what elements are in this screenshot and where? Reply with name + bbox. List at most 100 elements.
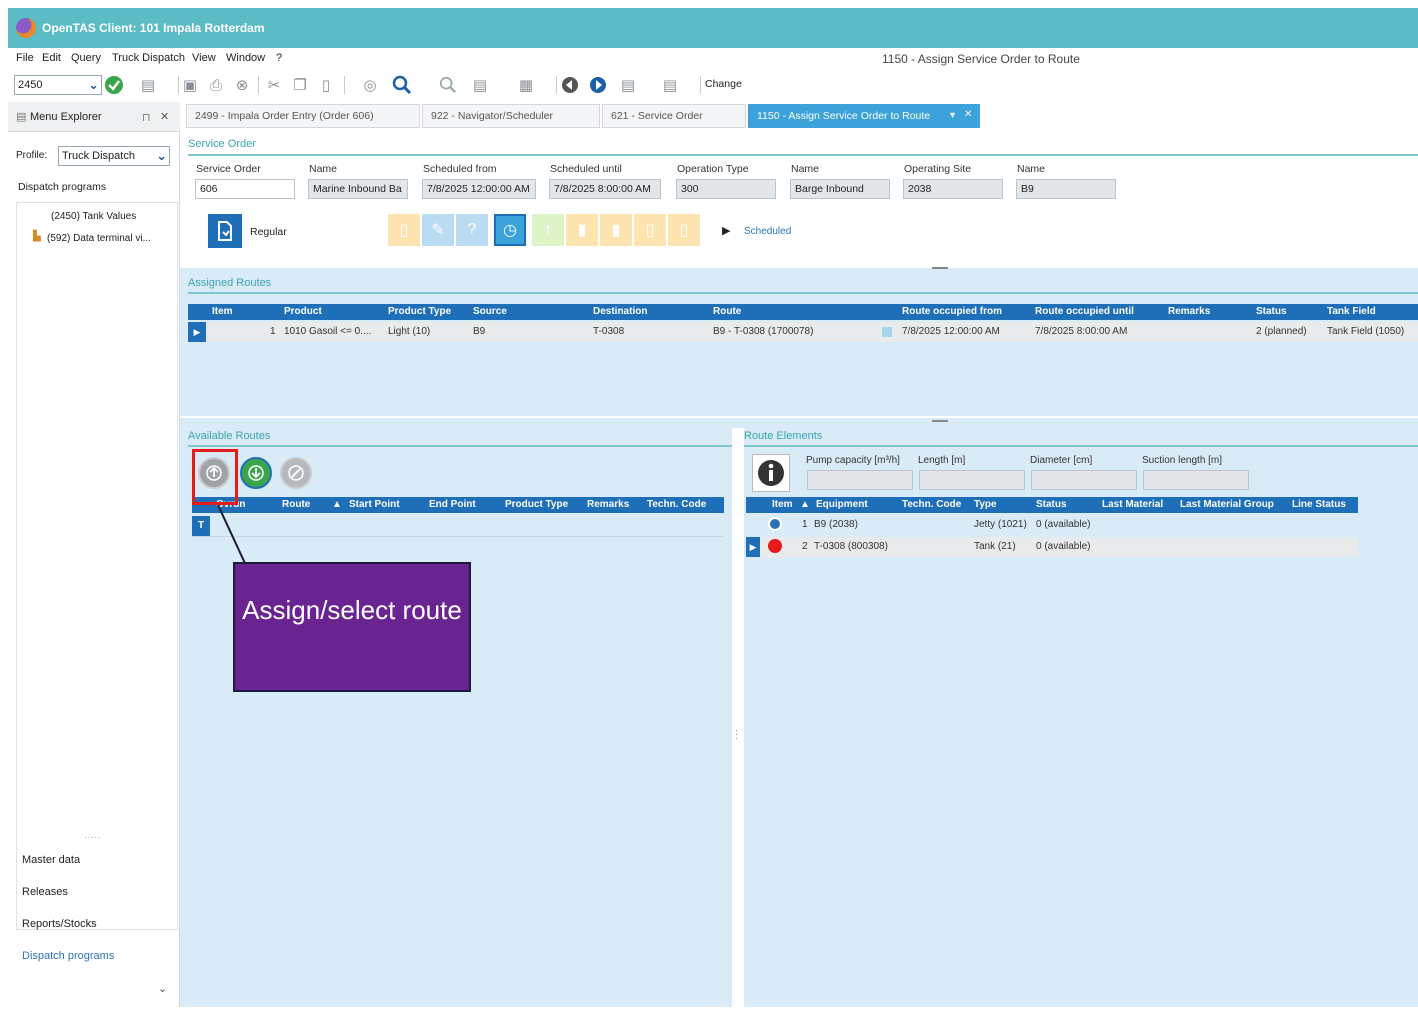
search-icon[interactable] bbox=[392, 75, 412, 95]
upload-icon[interactable]: ▤ bbox=[618, 75, 638, 95]
field-label: Diameter [cm] bbox=[1030, 455, 1093, 466]
tree-item[interactable]: (592) Data terminal vi... bbox=[47, 233, 151, 244]
menu-view[interactable]: View bbox=[192, 52, 216, 64]
col-header[interactable]: Tank Field bbox=[1327, 306, 1376, 317]
table-row[interactable]: ▶ 1 1010 Gasoil <= 0.... Light (10) B9 T… bbox=[188, 322, 1418, 342]
status-complete-icon[interactable]: ▯ bbox=[634, 214, 666, 246]
status-unload-icon[interactable]: ▮ bbox=[600, 214, 632, 246]
forward-icon[interactable] bbox=[588, 75, 608, 95]
back-icon[interactable] bbox=[560, 75, 580, 95]
nav-dispatch-programs[interactable]: Dispatch programs bbox=[22, 950, 114, 962]
splitter-grip[interactable] bbox=[932, 420, 948, 422]
chevron-down-icon[interactable]: ⌄ bbox=[158, 982, 167, 995]
nav-reports-stocks[interactable]: Reports/Stocks bbox=[22, 918, 97, 930]
tree-item[interactable]: (2450) Tank Values bbox=[51, 211, 136, 222]
col-header[interactable]: Route occupied from bbox=[902, 306, 1002, 317]
menu-query[interactable]: Query bbox=[71, 52, 101, 64]
col-header[interactable]: Remarks bbox=[587, 499, 629, 510]
unassign-route-button[interactable] bbox=[240, 457, 272, 489]
table-row[interactable]: ▶ 2 T-0308 (800308) Tank (21) 0 (availab… bbox=[746, 537, 1358, 557]
paste-icon[interactable]: ▯ bbox=[316, 75, 336, 95]
scheduled-until-field: 7/8/2025 8:00:00 AM bbox=[549, 179, 661, 199]
col-header[interactable]: Techn. Code bbox=[902, 499, 961, 510]
status-load-icon[interactable]: ▮ bbox=[566, 214, 598, 246]
settings-icon[interactable]: ◎ bbox=[360, 75, 380, 95]
col-header[interactable]: Type bbox=[974, 499, 997, 510]
col-header[interactable]: Route occupied until bbox=[1035, 306, 1134, 317]
status-closed-icon[interactable]: ▯ bbox=[668, 214, 700, 246]
col-header[interactable]: Last Material bbox=[1102, 499, 1163, 510]
execute-icon[interactable] bbox=[104, 75, 124, 95]
print-icon[interactable]: ⎙ bbox=[206, 75, 226, 95]
chevron-down-icon: ⌄ bbox=[88, 77, 99, 92]
nav-master-data[interactable]: Master data bbox=[22, 854, 80, 866]
download-icon[interactable]: ▤ bbox=[660, 75, 680, 95]
vertical-splitter[interactable]: · · · bbox=[732, 428, 744, 1007]
cancel-icon[interactable]: ⊗ bbox=[232, 75, 252, 95]
tab-navigator-scheduler[interactable]: 922 - Navigator/Scheduler bbox=[422, 104, 600, 128]
status-review-icon[interactable]: ? bbox=[456, 214, 488, 246]
col-header[interactable]: Line Status bbox=[1292, 499, 1346, 510]
menu-window[interactable]: Window bbox=[226, 52, 265, 64]
filter-icon[interactable]: T bbox=[192, 516, 210, 536]
col-header[interactable]: Route bbox=[282, 499, 310, 510]
info-button[interactable] bbox=[752, 454, 790, 492]
table-row[interactable]: 1 B9 (2038) Jetty (1021) 0 (available) bbox=[746, 515, 1358, 535]
nav-releases[interactable]: Releases bbox=[22, 886, 68, 898]
row-selector-icon[interactable]: ▶ bbox=[188, 322, 206, 342]
col-header[interactable]: Last Material Group bbox=[1180, 499, 1274, 510]
menu-file[interactable]: File bbox=[16, 52, 34, 64]
col-header[interactable]: Start Point bbox=[349, 499, 400, 510]
document-icon[interactable] bbox=[208, 214, 242, 248]
import-icon[interactable]: ▤ bbox=[470, 75, 490, 95]
tab-assign-service-order[interactable]: 1150 - Assign Service Order to Route bbox=[748, 104, 980, 128]
link-icon[interactable] bbox=[280, 457, 312, 489]
col-header[interactable]: Status bbox=[1256, 306, 1287, 317]
change-button[interactable]: Change bbox=[705, 78, 742, 90]
col-header[interactable]: Item bbox=[772, 499, 793, 510]
field-label: Length [m] bbox=[918, 455, 966, 466]
service-order-name-field: Marine Inbound Ba bbox=[308, 179, 408, 199]
tab-order-entry[interactable]: 2499 - Impala Order Entry (Order 606) bbox=[186, 104, 420, 128]
col-header[interactable]: Remarks bbox=[1168, 306, 1210, 317]
col-header[interactable]: Product Type bbox=[505, 499, 568, 510]
tab-close-icon[interactable]: ✕ bbox=[964, 109, 972, 120]
filter-row[interactable]: T bbox=[192, 515, 724, 537]
status-new-icon[interactable]: ▯ bbox=[388, 214, 420, 246]
status-scheduled-icon[interactable]: ◷ bbox=[494, 214, 526, 246]
row-selector-icon[interactable]: ▶ bbox=[746, 537, 760, 557]
route-lookup-icon[interactable] bbox=[882, 327, 892, 337]
col-header[interactable]: Item bbox=[212, 306, 233, 317]
status-edit-icon[interactable]: ✎ bbox=[422, 214, 454, 246]
col-header[interactable]: Equipment bbox=[816, 499, 868, 510]
export-icon[interactable]: ▤ bbox=[138, 75, 158, 95]
col-header[interactable]: Status bbox=[1036, 499, 1067, 510]
col-header[interactable]: Product Type bbox=[388, 306, 451, 317]
status-start-icon[interactable]: ↑ bbox=[532, 214, 564, 246]
col-header[interactable]: End Point bbox=[429, 499, 476, 510]
tab-service-order[interactable]: 621 - Service Order bbox=[602, 104, 746, 128]
program-combo[interactable]: 2450 ⌄ bbox=[14, 75, 102, 95]
service-order-field[interactable]: 606 bbox=[195, 179, 295, 199]
splitter-grip[interactable]: ····· bbox=[84, 832, 101, 843]
menu-edit[interactable]: Edit bbox=[42, 52, 61, 64]
cell: B9 (2038) bbox=[814, 519, 858, 530]
close-icon[interactable]: ✕ bbox=[160, 110, 169, 123]
menu-help[interactable]: ? bbox=[276, 52, 282, 64]
cell: Jetty (1021) bbox=[974, 519, 1027, 530]
col-header[interactable]: Destination bbox=[593, 306, 647, 317]
tab-pin-icon[interactable]: ▾ bbox=[950, 110, 955, 121]
zoom-icon[interactable] bbox=[438, 75, 458, 95]
col-header[interactable]: Route bbox=[713, 306, 741, 317]
copy-icon[interactable]: ❐ bbox=[290, 75, 310, 95]
col-header[interactable]: Product bbox=[284, 306, 322, 317]
pin-icon[interactable]: ⊓ bbox=[142, 111, 151, 124]
col-header[interactable]: Source bbox=[473, 306, 507, 317]
menu-truck-dispatch[interactable]: Truck Dispatch bbox=[112, 52, 185, 64]
profile-select[interactable]: Truck Dispatch ⌄ bbox=[58, 146, 170, 166]
col-header[interactable]: Techn. Code bbox=[647, 499, 706, 510]
save-icon[interactable]: ▣ bbox=[180, 75, 200, 95]
cut-icon[interactable]: ✂ bbox=[264, 75, 284, 95]
splitter-grip[interactable] bbox=[932, 267, 948, 269]
calendar-icon[interactable]: ▦ bbox=[516, 75, 536, 95]
